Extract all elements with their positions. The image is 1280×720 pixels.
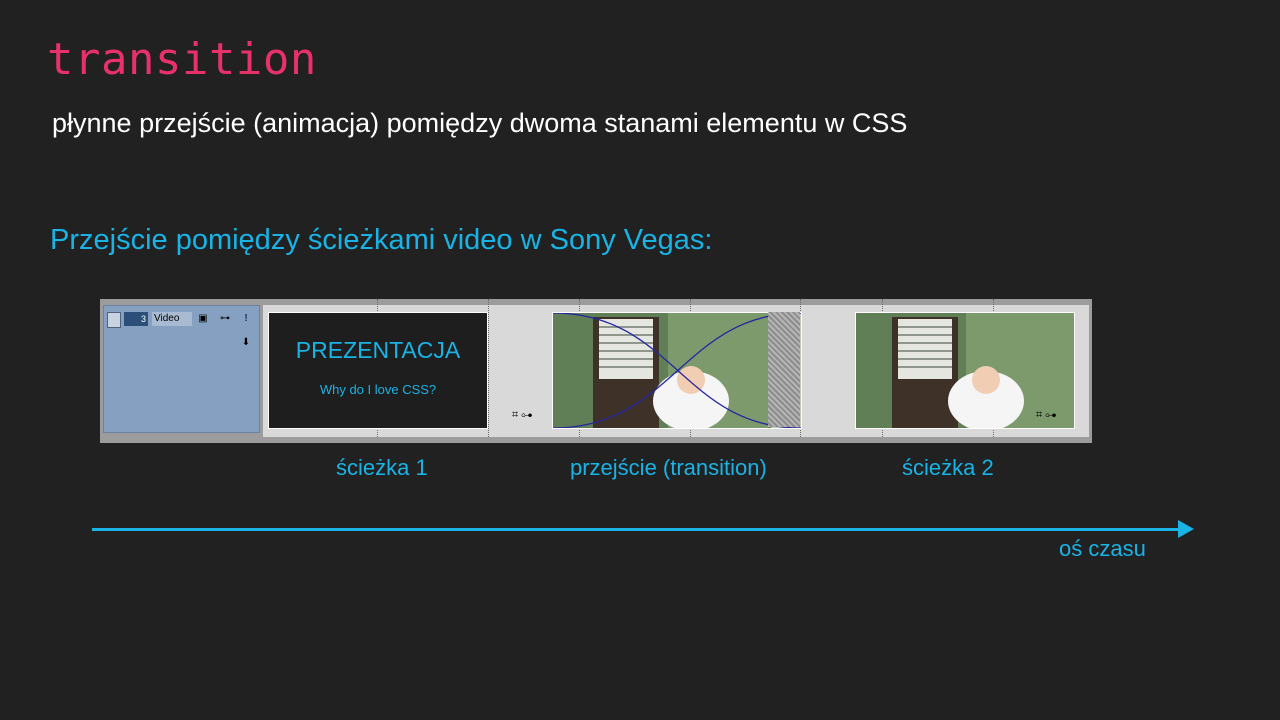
clip-1[interactable]: PREZENTACJA Why do I love CSS? [268, 312, 488, 429]
clip-1-title: PREZENTACJA [295, 337, 461, 363]
transition-frame-image [553, 313, 801, 428]
compositing-icon: ▣ [198, 313, 208, 324]
track-header: 3 Video ▣ ⊶ ! ⬇ [103, 305, 260, 433]
slide-subtitle: płynne przejście (animacja) pomiędzy dwo… [52, 108, 908, 138]
track-1-label: ścieżka 1 [336, 455, 428, 480]
transition-label: przejście (transition) [570, 455, 767, 480]
time-axis-label: oś czasu [1059, 536, 1146, 561]
track-name: Video [152, 312, 192, 326]
arrow-down-icon: ⬇ [241, 337, 251, 348]
slide-title: transition [47, 34, 317, 85]
mute-icon: ! [244, 313, 248, 324]
vegas-timeline-screenshot: 3 Video ▣ ⊶ ! ⬇ PREZENTACJA Why do I lov… [100, 299, 1092, 443]
transition-end-hatch [768, 312, 800, 427]
crop-icon[interactable]: ⌗ ⊶ [1036, 409, 1056, 422]
track-2-label: ścieżka 2 [902, 455, 994, 480]
section-heading: Przejście pomiędzy ścieżkami video w Son… [50, 224, 713, 256]
track-number: 3 [124, 312, 148, 326]
clip-1-subtitle: Why do I love CSS? [319, 382, 437, 397]
crop-icon[interactable]: ⌗ ⊶ [512, 409, 532, 422]
clip-2-transition[interactable] [552, 312, 802, 429]
pan-icon: ⊶ [220, 313, 230, 324]
expand-icon [107, 312, 121, 328]
grid-tick [488, 299, 489, 437]
time-axis-arrow-icon [1178, 520, 1194, 538]
time-axis-line [92, 528, 1182, 531]
